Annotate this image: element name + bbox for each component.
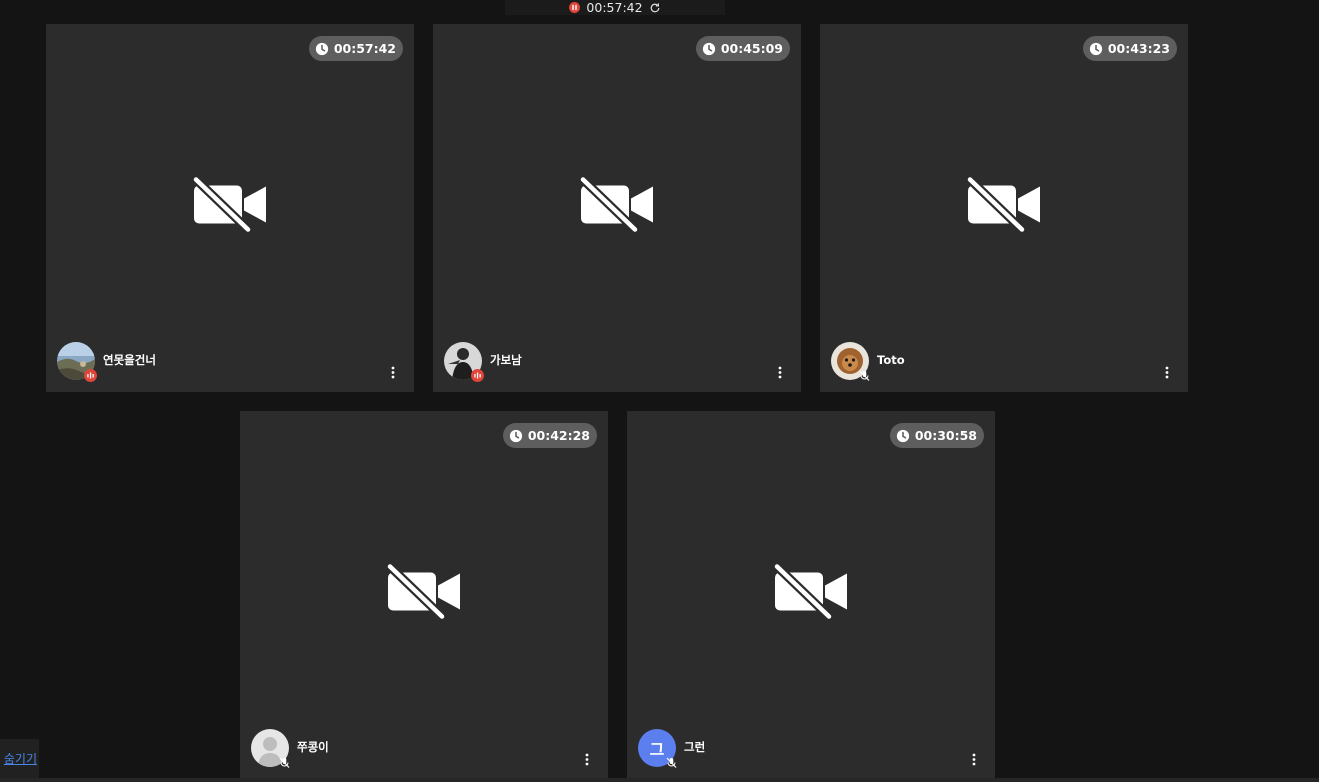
session-timer-text: 00:57:42 xyxy=(586,0,643,15)
participant-info: 쭈콩이 xyxy=(251,729,329,769)
speaking-icon xyxy=(471,369,484,382)
elapsed-time-badge: 00:45:09 xyxy=(695,36,790,61)
participant-tile[interactable]: 00:57:42 연못을건너 xyxy=(46,24,414,392)
camera-off-icon xyxy=(773,563,849,621)
session-timer-bar: 00:57:42 xyxy=(505,0,725,15)
camera-off-icon xyxy=(579,176,655,234)
hide-link[interactable]: 숨기기 xyxy=(0,739,39,778)
elapsed-time-badge: 00:42:28 xyxy=(502,423,597,448)
mic-muted-icon xyxy=(858,369,871,382)
participant-name: 그런 xyxy=(684,740,706,754)
elapsed-time-text: 00:57:42 xyxy=(333,41,396,56)
camera-off-icon xyxy=(192,176,268,234)
pause-record-icon[interactable] xyxy=(569,2,581,13)
camera-off-icon xyxy=(966,176,1042,234)
participant-tile[interactable]: 00:45:09 가보남 xyxy=(433,24,801,392)
speaking-icon xyxy=(84,369,97,382)
camera-off-icon xyxy=(386,563,462,621)
elapsed-time-badge: 00:57:42 xyxy=(308,36,403,61)
mic-muted-icon xyxy=(278,756,291,769)
participant-tile[interactable]: 00:43:23 Toto xyxy=(820,24,1188,392)
elapsed-time-badge: 00:43:23 xyxy=(1082,36,1177,61)
participant-name: 연못을건너 xyxy=(103,353,156,367)
clock-icon xyxy=(702,42,716,56)
clock-icon xyxy=(315,42,329,56)
participant-info: 연못을건너 xyxy=(57,342,156,382)
participant-info: 가보남 xyxy=(444,342,522,382)
participant-tile[interactable]: 00:30:58 그 그런 xyxy=(627,411,995,779)
more-options-icon[interactable] xyxy=(388,364,398,380)
clock-icon xyxy=(1089,42,1103,56)
participant-info: 그 그런 xyxy=(638,729,706,769)
mic-muted-icon xyxy=(665,756,678,769)
participant-name: 쭈콩이 xyxy=(297,740,329,754)
participant-info: Toto xyxy=(831,342,905,382)
more-options-icon[interactable] xyxy=(775,364,785,380)
elapsed-time-text: 00:43:23 xyxy=(1107,41,1170,56)
participant-name: 가보남 xyxy=(490,353,522,367)
more-options-icon[interactable] xyxy=(969,751,979,767)
refresh-icon[interactable] xyxy=(649,2,661,14)
participant-tile[interactable]: 00:42:28 쭈콩이 xyxy=(240,411,608,779)
elapsed-time-badge: 00:30:58 xyxy=(889,423,984,448)
clock-icon xyxy=(509,429,523,443)
elapsed-time-text: 00:42:28 xyxy=(527,428,590,443)
more-options-icon[interactable] xyxy=(582,751,592,767)
participant-name: Toto xyxy=(877,353,905,367)
bottom-bar xyxy=(0,778,1319,782)
video-conference-grid: 00:57:42 00:57:42 연못을건너 00:45:09 가보남 00:… xyxy=(0,0,1319,782)
elapsed-time-text: 00:45:09 xyxy=(720,41,783,56)
elapsed-time-text: 00:30:58 xyxy=(914,428,977,443)
more-options-icon[interactable] xyxy=(1162,364,1172,380)
clock-icon xyxy=(896,429,910,443)
